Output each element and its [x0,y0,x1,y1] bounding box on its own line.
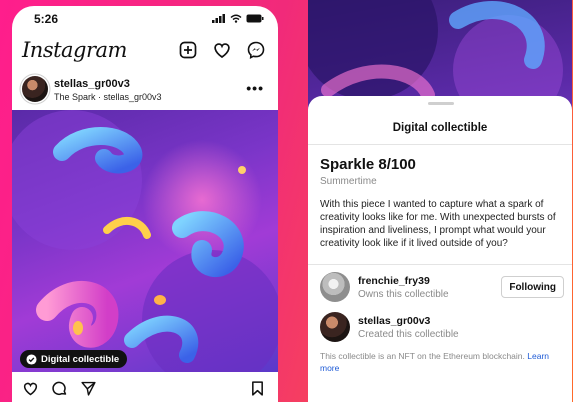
digital-collectible-sheet: Digital collectible Sparkle 8/100 Summer… [308,96,572,402]
instagram-feed-screen: 5:26 Instagram stellas_gr00v3 The Spark … [12,6,278,402]
avatar[interactable] [22,76,48,102]
creator-role: Created this collectible [358,329,459,340]
creator-username[interactable]: stellas_gr00v3 [358,315,430,327]
avatar[interactable] [320,272,350,302]
divider [308,264,572,265]
app-header: Instagram [12,34,278,72]
following-button[interactable]: Following [501,276,564,298]
comment-icon[interactable] [51,380,68,397]
more-options-icon[interactable]: ••• [246,80,264,96]
post-image[interactable]: Digital collectible [12,110,278,372]
status-icons [212,14,264,23]
avatar[interactable] [320,312,350,342]
signal-icon [212,14,225,23]
post-subtitle: The Spark · stellas_gr00v3 [54,92,162,102]
status-time: 5:26 [34,12,59,26]
post-actions [12,378,278,402]
battery-icon [246,14,264,23]
like-icon[interactable] [22,380,39,397]
status-bar: 5:26 [12,6,278,32]
badge-label: Digital collectible [41,353,120,365]
nft-footer-note: This collectible is an NFT on the Ethere… [320,350,564,374]
collectible-name: Sparkle 8/100 [320,156,416,173]
abstract-artwork [12,110,278,372]
divider [308,144,572,145]
wifi-icon [230,14,242,23]
sheet-title: Digital collectible [392,122,488,134]
owner-row[interactable]: frenchie_fry39 Owns this collectible Fol… [308,272,572,306]
footer-text: This collectible is an NFT on the Ethere… [320,351,525,361]
post-username[interactable]: stellas_gr00v3 [54,78,130,90]
messenger-icon[interactable] [246,40,266,60]
post-actions-left [22,380,97,397]
share-icon[interactable] [80,380,97,397]
instagram-logo[interactable]: Instagram [22,38,127,62]
creator-row[interactable]: stellas_gr00v3 Created this collectible [308,312,572,346]
verified-check-icon [26,353,37,365]
owner-role: Owns this collectible [358,289,449,300]
digital-collectible-badge[interactable]: Digital collectible [20,350,128,368]
save-icon[interactable] [249,380,266,397]
sheet-grabber[interactable] [428,102,454,105]
post-header: stellas_gr00v3 The Spark · stellas_gr00v… [12,74,278,108]
collectible-subtitle: Summertime [320,176,377,187]
header-actions [178,40,266,60]
owner-username[interactable]: frenchie_fry39 [358,275,430,287]
new-post-icon[interactable] [178,40,198,60]
heart-icon[interactable] [212,40,232,60]
collectible-description: With this piece I wanted to capture what… [320,199,556,249]
